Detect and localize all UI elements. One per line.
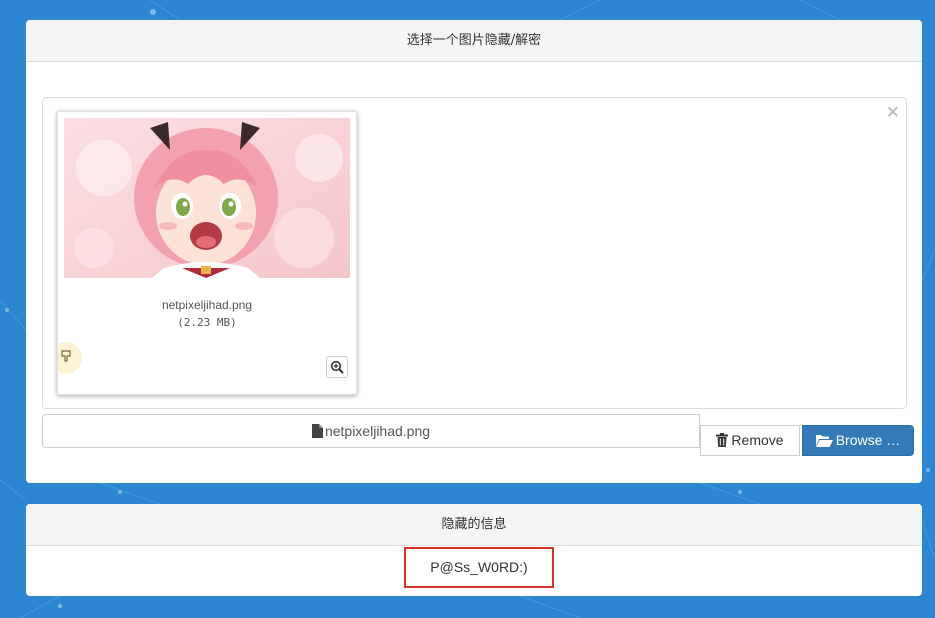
file-caption[interactable]: netpixeljihad.png — [42, 414, 700, 448]
remove-button[interactable]: Remove — [700, 425, 800, 456]
browse-button[interactable]: Browse … — [802, 425, 914, 456]
remove-button-label: Remove — [731, 432, 784, 448]
folder-open-icon — [815, 435, 833, 447]
select-image-panel: 选择一个图片隐藏/解密 × netpixeljihad.png (2.23 MB… — [26, 20, 922, 483]
hidden-message-panel-title: 隐藏的信息 — [26, 504, 922, 546]
preview-file-size: (2.23 MB) — [177, 316, 237, 329]
select-image-panel-title: 选择一个图片隐藏/解密 — [26, 20, 922, 62]
drag-handle-icon — [61, 350, 71, 362]
trash-icon — [716, 433, 729, 447]
zoom-in-icon — [330, 360, 344, 374]
browse-button-label: Browse … — [835, 432, 901, 448]
preview-image — [64, 118, 350, 278]
file-drop-zone[interactable]: × netpixeljihad.png (2.23 MB) — [42, 97, 907, 409]
caption-file-name: netpixeljihad.png — [324, 423, 431, 439]
zoom-button[interactable] — [326, 356, 348, 378]
drag-handle[interactable] — [58, 342, 82, 374]
file-preview-thumbnail: netpixeljihad.png (2.23 MB) — [57, 111, 357, 395]
hidden-message-text: P@Ss_W0RD:) — [404, 547, 554, 588]
close-icon[interactable]: × — [886, 102, 900, 122]
hidden-message-panel: 隐藏的信息 P@Ss_W0RD:) — [26, 504, 922, 596]
file-icon — [311, 424, 323, 438]
preview-file-name: netpixeljihad.png — [161, 298, 253, 312]
